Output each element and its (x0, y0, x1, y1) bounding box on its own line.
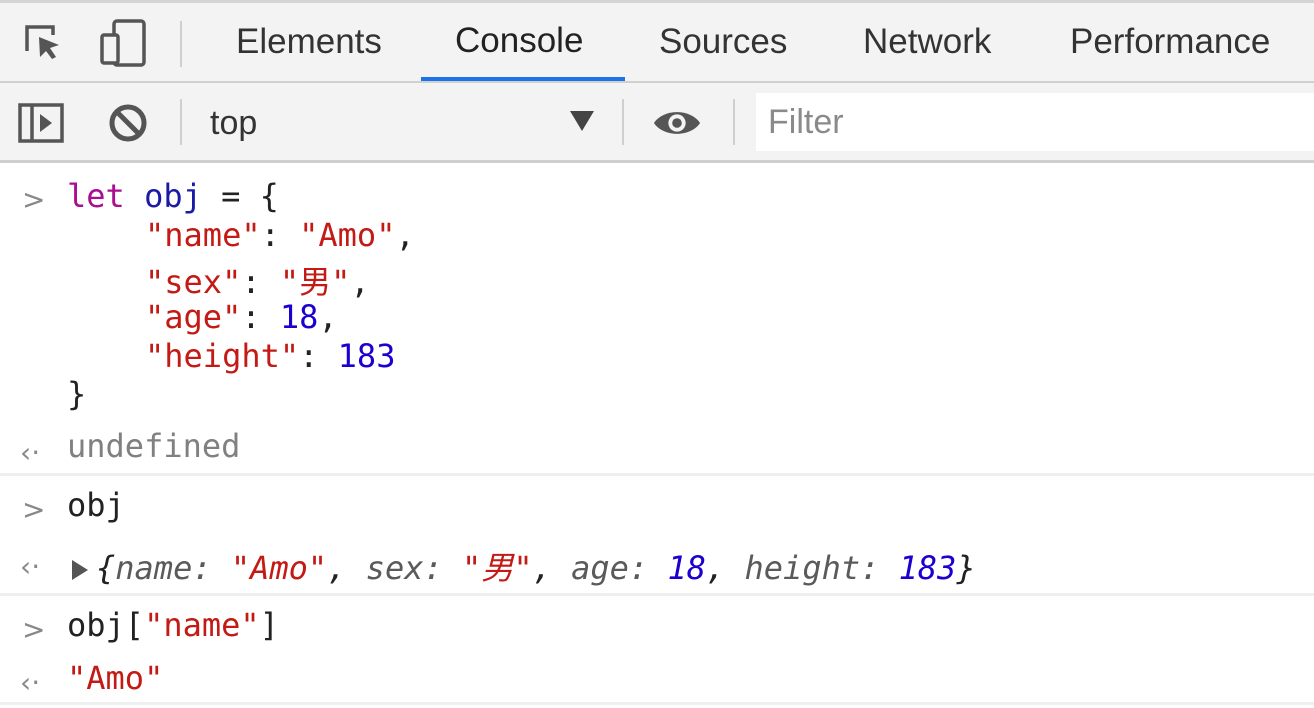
result-arrow-icon: ‹· (20, 666, 41, 699)
code-key: "height" (145, 337, 300, 375)
code-brace: { (259, 177, 279, 215)
code-key: "name" (145, 216, 261, 254)
code-variable: obj (67, 486, 125, 524)
entry-divider (0, 593, 1314, 596)
code-string: "男" (279, 263, 351, 301)
tab-sources[interactable]: Sources (625, 3, 821, 81)
input-prompt-icon: > (22, 183, 46, 216)
console-output: > let obj = { "name": "Amo", "sex": "男",… (0, 163, 1314, 708)
device-toolbar-icon[interactable] (98, 17, 148, 69)
live-expression-eye-icon[interactable] (652, 97, 702, 149)
code-number: 183 (337, 337, 396, 375)
object-value: "男" (462, 549, 533, 587)
tab-console[interactable]: Console (421, 3, 625, 81)
code-string: "Amo" (299, 216, 396, 254)
toolbar-divider (180, 99, 182, 145)
object-value: 18 (667, 549, 706, 587)
tab-performance[interactable]: Performance (1036, 3, 1304, 81)
result-arrow-icon: ‹· (20, 550, 41, 583)
code-keyword: let (67, 177, 125, 215)
object-key: sex (365, 549, 424, 587)
toolbar-divider (622, 99, 624, 145)
toolbar-divider (733, 99, 735, 145)
code-key: "sex" (145, 263, 242, 301)
code-operator: = (201, 177, 260, 215)
filter-input[interactable] (756, 93, 1314, 151)
sidebar-toggle-icon[interactable] (16, 97, 66, 149)
code-string: "name" (144, 606, 260, 644)
devtools-tab-bar: Elements Console Sources Network Perform… (0, 0, 1314, 83)
object-key: age (571, 549, 629, 587)
console-toolbar: top (0, 83, 1314, 163)
input-prompt-icon: > (22, 493, 46, 526)
code-variable: obj (144, 177, 202, 215)
object-value: 183 (898, 549, 957, 587)
tab-elements[interactable]: Elements (202, 3, 416, 81)
object-key: name (115, 549, 193, 587)
object-key: height (744, 549, 861, 587)
inspect-element-icon[interactable] (18, 17, 68, 69)
entry-divider (0, 702, 1314, 705)
toolbar-divider (180, 21, 182, 67)
result-value: "Amo" (67, 659, 164, 697)
entry-divider (0, 473, 1314, 476)
code-brace: } (67, 375, 87, 413)
code-variable: obj (67, 606, 125, 644)
expand-triangle-icon[interactable] (72, 560, 88, 580)
result-arrow-icon: ‹· (20, 436, 41, 469)
chevron-down-icon[interactable] (570, 111, 594, 131)
object-value: "Amo" (230, 549, 328, 587)
result-value: undefined (67, 427, 241, 465)
code-key: "age" (145, 298, 242, 336)
context-selector[interactable]: top (210, 83, 257, 163)
input-prompt-icon: > (22, 613, 46, 646)
clear-console-icon[interactable] (103, 97, 153, 149)
code-number: 18 (279, 298, 319, 336)
tab-network[interactable]: Network (829, 3, 1025, 81)
